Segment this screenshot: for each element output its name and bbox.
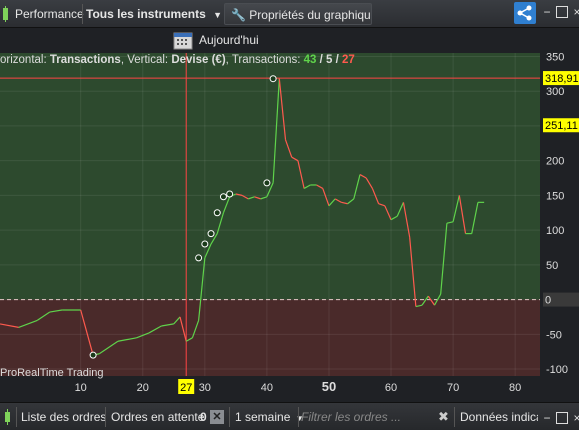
x-tick-label: 60 bbox=[385, 382, 397, 394]
x-tick-label: 20 bbox=[137, 382, 149, 394]
trade-marker bbox=[226, 190, 234, 198]
chart-properties-button[interactable]: 🔧 Propriétés du graphique... bbox=[224, 3, 372, 25]
calendar-icon[interactable] bbox=[173, 30, 193, 50]
y-tick-label: 50 bbox=[546, 260, 558, 272]
indicator-data-tab[interactable]: Données indica bbox=[460, 407, 538, 427]
y-tick-label: 200 bbox=[546, 156, 564, 168]
maximize-icon[interactable] bbox=[556, 412, 568, 424]
price-tag-top: 318,91 bbox=[545, 73, 579, 85]
chart-header: orizontal: Transactions, Vertical: Devis… bbox=[0, 54, 355, 66]
tx-losing-count: 27 bbox=[342, 54, 355, 66]
x-tick-label: 70 bbox=[447, 382, 459, 394]
chart-subbar: Aujourd'hui bbox=[0, 28, 579, 53]
divider bbox=[454, 407, 455, 427]
divider bbox=[16, 407, 17, 427]
pending-count: 0 bbox=[200, 410, 207, 424]
header-prefix: orizontal: bbox=[0, 54, 50, 66]
divider bbox=[82, 4, 83, 24]
tx-winning-count: 43 bbox=[303, 54, 317, 66]
header-vertical: Devise (€) bbox=[171, 54, 226, 66]
chart-properties-label: Propriétés du graphique... bbox=[249, 8, 371, 22]
trade-marker bbox=[219, 193, 227, 201]
orders-list-tab[interactable]: Liste des ordres bbox=[21, 407, 106, 427]
trade-marker bbox=[89, 351, 97, 359]
y-tick-label: 300 bbox=[546, 86, 564, 98]
divider bbox=[105, 407, 106, 427]
wrench-icon: 🔧 bbox=[231, 8, 246, 22]
divider bbox=[229, 407, 230, 427]
trade-marker bbox=[213, 209, 221, 217]
instruments-label: Tous les instruments bbox=[86, 7, 206, 21]
share-icon bbox=[517, 5, 532, 21]
x-tick-label: 50 bbox=[322, 379, 336, 394]
y-tick-label: 350 bbox=[546, 53, 564, 63]
price-tag-current: 251,11 bbox=[545, 120, 578, 132]
x-axis-panel bbox=[0, 376, 579, 398]
header-mid: , Vertical: bbox=[120, 54, 172, 66]
trade-marker bbox=[207, 230, 215, 238]
filter-orders-input[interactable]: Filtrer les ordres ... bbox=[301, 407, 429, 427]
period-dropdown[interactable]: 1 semaine ▼ bbox=[235, 407, 304, 427]
divider bbox=[298, 407, 299, 427]
x-tick-label: 40 bbox=[261, 382, 273, 394]
candlestick-icon bbox=[0, 3, 12, 25]
x-tick-label: 10 bbox=[75, 382, 87, 394]
candlestick-icon bbox=[2, 409, 14, 425]
pending-orders-tab[interactable]: Ordres en attente bbox=[111, 407, 204, 427]
x-tick-label: 80 bbox=[509, 382, 521, 394]
minimize-icon[interactable]: − bbox=[541, 6, 553, 18]
orders-bar: Liste des ordres Ordres en attente 0 ✕ 1… bbox=[0, 402, 579, 430]
x-tick-label: 30 bbox=[199, 382, 211, 394]
y-tick-label: -100 bbox=[546, 364, 568, 376]
trade-marker bbox=[263, 179, 271, 187]
minimize-icon[interactable]: − bbox=[541, 412, 553, 424]
today-button[interactable]: Aujourd'hui bbox=[199, 33, 259, 47]
header-horizontal: Transactions bbox=[49, 54, 121, 66]
top-toolbar: Performance Tous les instruments ▼ 🔧 Pro… bbox=[0, 0, 579, 28]
chart-area[interactable]: -100-50050100150200250300350102030405060… bbox=[0, 51, 579, 398]
period-label: 1 semaine bbox=[235, 410, 291, 424]
performance-chart[interactable]: -100-50050100150200250300350102030405060… bbox=[0, 51, 579, 398]
share-button[interactable] bbox=[514, 2, 536, 24]
trade-marker bbox=[195, 254, 203, 262]
header-tx-label: , Transactions: bbox=[225, 54, 304, 66]
tx-sep: / bbox=[316, 54, 327, 66]
y-tick-label: 150 bbox=[546, 190, 564, 202]
trade-marker bbox=[201, 240, 209, 248]
watermark-text: ProRealTime Trading bbox=[0, 367, 104, 379]
chevron-down-icon: ▼ bbox=[213, 10, 223, 20]
cursor-x-label: 27 bbox=[180, 382, 192, 394]
y-tick-label: -50 bbox=[546, 329, 562, 341]
close-icon[interactable]: × bbox=[571, 6, 579, 18]
maximize-icon[interactable] bbox=[556, 6, 568, 18]
y-tick-label: 100 bbox=[546, 225, 564, 237]
watermark: ProRealTime Trading bbox=[0, 367, 104, 379]
close-icon[interactable]: × bbox=[571, 412, 579, 424]
trade-marker bbox=[269, 75, 277, 83]
price-tag-zero: 0 bbox=[545, 295, 551, 307]
instruments-dropdown[interactable]: Tous les instruments ▼ bbox=[86, 3, 222, 25]
clear-filter-icon[interactable]: ✖ bbox=[438, 407, 449, 427]
clear-pending-icon[interactable]: ✕ bbox=[210, 410, 224, 424]
performance-button[interactable]: Performance bbox=[15, 3, 84, 25]
tx-sep: / bbox=[332, 54, 343, 66]
